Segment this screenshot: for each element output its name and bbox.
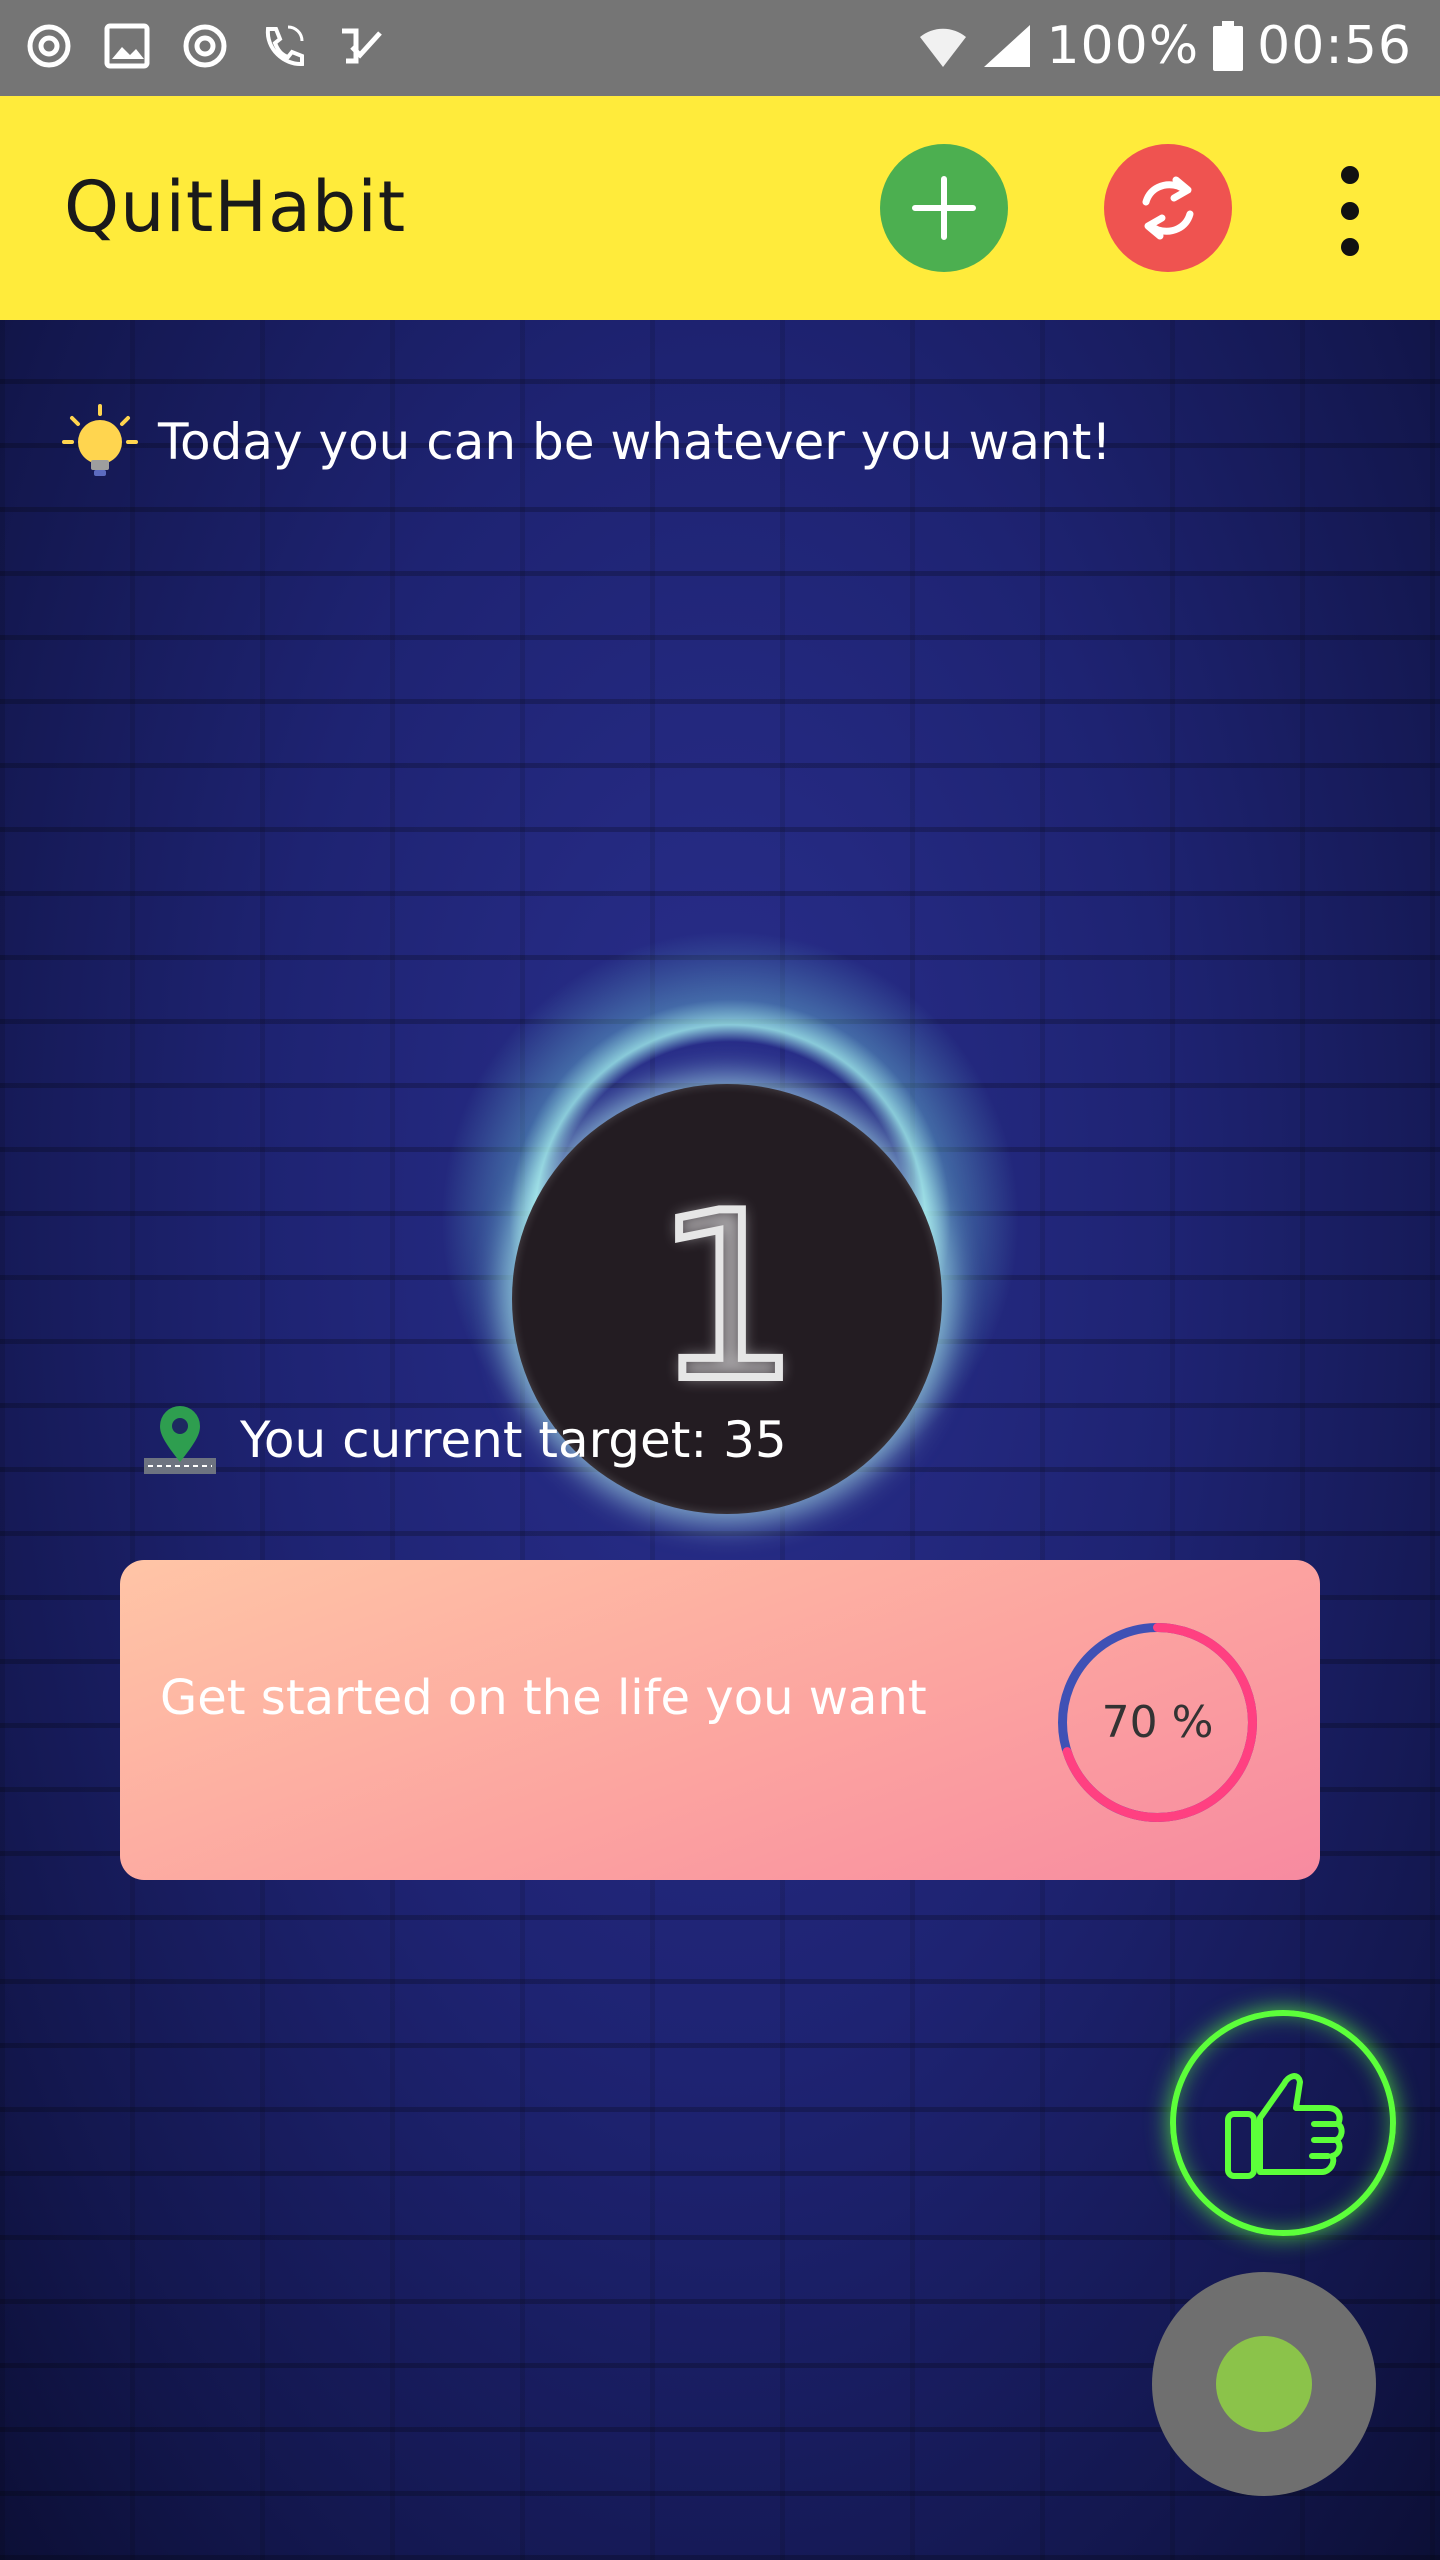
status-right: 100% 00:56 [918, 16, 1412, 76]
wifi-call-icon [256, 18, 310, 74]
current-target: You current target: 35 [140, 1400, 787, 1480]
map-pin-icon [144, 1406, 216, 1474]
menu-dot [1341, 166, 1359, 184]
image-icon [100, 18, 154, 74]
status-left-icons [22, 18, 388, 74]
overflow-menu-button[interactable] [1320, 166, 1380, 256]
battery-icon [1213, 21, 1244, 71]
sync-button[interactable] [1104, 144, 1232, 272]
thumbs-up-icon [1225, 2073, 1345, 2179]
lightbulb-icon [62, 404, 138, 476]
status-bar: 100% 00:56 [0, 0, 1440, 96]
signal-icon [984, 25, 1031, 67]
progress-ring: 70 % [1055, 1620, 1260, 1825]
main-content: Today you can be whatever you want! 1 Yo… [0, 320, 1440, 2560]
day-counter-value: 1 [650, 1165, 804, 1432]
sync-icon [22, 18, 76, 74]
fab-indicator [1216, 2336, 1312, 2432]
progress-label: 70 % [1101, 1697, 1214, 1748]
menu-dot [1341, 238, 1359, 256]
app-title: QuitHabit [64, 166, 407, 248]
add-button[interactable] [880, 144, 1008, 272]
clock: 00:56 [1257, 16, 1412, 76]
motivation-card[interactable]: Get started on the life you want 70 % [120, 1560, 1320, 1880]
app-bar: QuitHabit [0, 96, 1440, 320]
sync-arrows-icon [1142, 176, 1194, 240]
target-text: You current target: 35 [240, 1411, 787, 1469]
floating-action-button[interactable] [1152, 2272, 1376, 2496]
tip-text: Today you can be whatever you want! [158, 413, 1112, 471]
card-text: Get started on the life you want [160, 1670, 927, 1726]
plus-icon [912, 176, 976, 240]
like-button[interactable] [1170, 2010, 1396, 2236]
battery-percent: 100% [1046, 16, 1200, 76]
task-check-icon [334, 18, 388, 74]
wifi-icon [920, 28, 967, 67]
sync-alt-icon [178, 18, 232, 74]
daily-tip: Today you can be whatever you want! [60, 402, 1111, 482]
menu-dot [1341, 202, 1359, 220]
